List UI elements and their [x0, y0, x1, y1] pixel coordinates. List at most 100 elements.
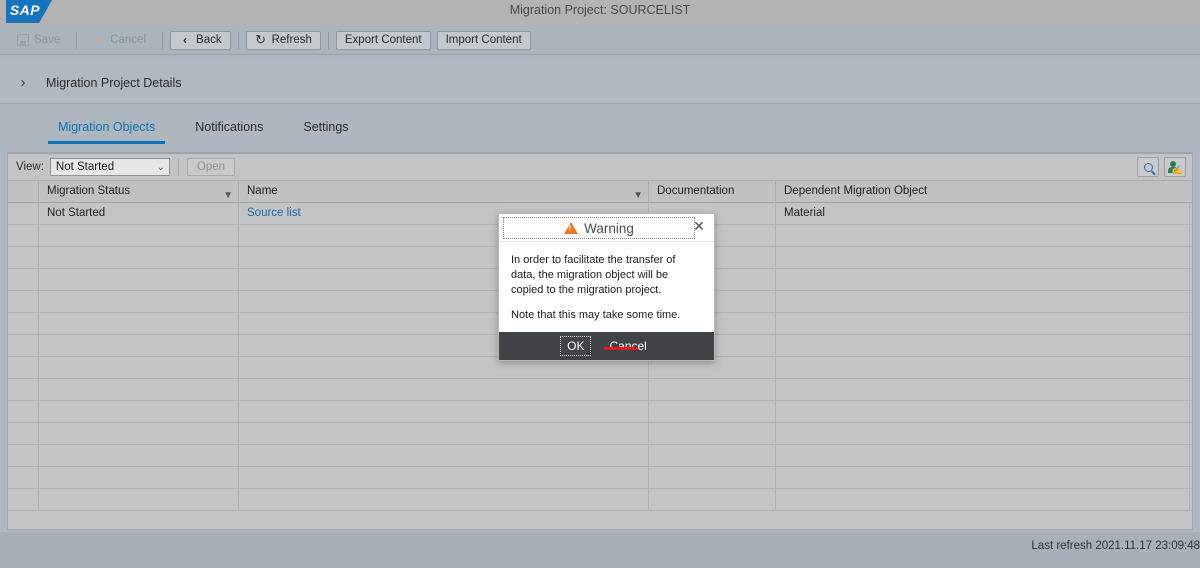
cell-empty: [8, 357, 39, 379]
migration-project-details-bar[interactable]: › Migration Project Details: [0, 62, 1200, 104]
table-row-empty[interactable]: [8, 445, 1192, 467]
save-button[interactable]: Save: [8, 31, 69, 50]
column-header-name-label: Name: [247, 185, 278, 197]
annotation-underline: [604, 347, 638, 350]
export-content-label: Export Content: [345, 34, 422, 46]
cell-dependent-migration-object: Material: [776, 203, 1190, 225]
cell-empty: [39, 467, 239, 489]
tab-settings-label: Settings: [303, 120, 348, 134]
back-button-label: Back: [196, 34, 222, 46]
dialog-title-focus-area: Warning: [503, 217, 695, 239]
cell-empty: [776, 401, 1190, 423]
toolbar-separator: [238, 32, 239, 49]
expand-chevron-icon[interactable]: ›: [0, 74, 46, 91]
refresh-button[interactable]: ↻ Refresh: [246, 31, 321, 50]
table-row-empty[interactable]: [8, 379, 1192, 401]
table-icon-buttons: ✍: [1137, 157, 1186, 177]
tab-migration-objects[interactable]: Migration Objects: [38, 116, 175, 144]
back-chevron-icon: ‹: [179, 34, 191, 46]
status-bar: Last refresh 2021.11.17 23:09:48: [0, 532, 1200, 568]
toolbar-separator: [76, 32, 77, 49]
cell-empty: [39, 313, 239, 335]
filter-icon[interactable]: ▼: [633, 185, 643, 203]
toolbar-separator: [162, 32, 163, 49]
chevron-down-icon: ⌄: [157, 159, 165, 177]
cell-empty: [8, 225, 39, 247]
table-toolbar: View: Not Started ⌄ Open ✍: [8, 154, 1192, 181]
refresh-button-label: Refresh: [272, 34, 312, 46]
table-row-empty[interactable]: [8, 489, 1192, 511]
column-header-name[interactable]: Name ▼: [239, 181, 649, 203]
column-header-migration-status[interactable]: Migration Status ▼: [39, 181, 239, 203]
last-refresh-text: Last refresh 2021.11.17 23:09:48: [1031, 540, 1200, 552]
cell-empty: [39, 489, 239, 511]
dialog-title-bar: Warning ✕: [499, 214, 714, 242]
cell-empty: [649, 423, 776, 445]
filter-icon[interactable]: ▼: [223, 185, 233, 203]
cell-empty: [649, 445, 776, 467]
cell-empty: [8, 247, 39, 269]
shell-header: SAP Migration Project: SOURCELIST: [0, 0, 1200, 26]
cell-empty: [39, 423, 239, 445]
cancel-button-label: Cancel: [110, 34, 146, 46]
view-select-value: Not Started: [56, 161, 114, 173]
import-content-button[interactable]: Import Content: [437, 31, 531, 50]
cell-empty: [776, 225, 1190, 247]
table-row-empty[interactable]: [8, 423, 1192, 445]
column-header-select[interactable]: [8, 181, 39, 203]
column-header-documentation-label: Documentation: [657, 185, 734, 197]
cell-empty: [776, 247, 1190, 269]
toolbar-separator: [178, 159, 179, 176]
cell-empty: [776, 445, 1190, 467]
table-header-row: Migration Status ▼ Name ▼ Documentation …: [8, 181, 1192, 203]
cell-empty: [776, 335, 1190, 357]
column-header-dependent-migration-object[interactable]: Dependent Migration Object: [776, 181, 1190, 203]
cell-empty: [8, 313, 39, 335]
cell-empty: [8, 401, 39, 423]
row-select-cell[interactable]: [8, 203, 39, 225]
cell-empty: [39, 269, 239, 291]
cell-empty: [39, 247, 239, 269]
open-button[interactable]: Open: [187, 158, 235, 176]
application-window: SAP Migration Project: SOURCELIST Save ✕…: [0, 0, 1200, 568]
cell-empty: [8, 445, 39, 467]
tab-migration-objects-label: Migration Objects: [58, 120, 155, 134]
cell-empty: [39, 335, 239, 357]
cell-empty: [8, 269, 39, 291]
cell-empty: [776, 423, 1190, 445]
cell-empty: [649, 379, 776, 401]
back-button[interactable]: ‹ Back: [170, 31, 231, 50]
open-button-label: Open: [197, 161, 225, 173]
cell-empty: [239, 379, 649, 401]
warning-triangle-icon: [564, 222, 578, 234]
table-row-empty[interactable]: [8, 401, 1192, 423]
cell-empty: [39, 379, 239, 401]
tab-settings[interactable]: Settings: [283, 116, 368, 144]
cancel-button[interactable]: ✕ Cancel: [84, 31, 155, 50]
column-header-documentation[interactable]: Documentation: [649, 181, 776, 203]
dialog-cancel-button[interactable]: Cancel: [603, 337, 652, 355]
cell-empty: [239, 489, 649, 511]
cell-empty: [776, 269, 1190, 291]
cell-empty: [8, 379, 39, 401]
personalize-button[interactable]: ✍: [1164, 157, 1186, 177]
page-title: Migration Project: SOURCELIST: [0, 3, 1200, 17]
view-select[interactable]: Not Started ⌄: [50, 158, 170, 176]
cell-empty: [776, 467, 1190, 489]
cell-empty: [649, 467, 776, 489]
cell-empty: [776, 291, 1190, 313]
cell-empty: [39, 445, 239, 467]
dialog-ok-button[interactable]: OK: [560, 336, 591, 356]
dialog-message-secondary: Note that this may take some time.: [511, 308, 702, 323]
dialog-footer: OK Cancel: [499, 332, 714, 360]
toolbar-separator: [328, 32, 329, 49]
cell-empty: [776, 379, 1190, 401]
search-button[interactable]: [1137, 157, 1159, 177]
export-content-button[interactable]: Export Content: [336, 31, 431, 50]
close-icon[interactable]: ✕: [690, 218, 708, 236]
refresh-icon: ↻: [255, 34, 267, 46]
tab-notifications[interactable]: Notifications: [175, 116, 283, 144]
cell-empty: [39, 291, 239, 313]
cell-empty: [8, 489, 39, 511]
table-row-empty[interactable]: [8, 467, 1192, 489]
